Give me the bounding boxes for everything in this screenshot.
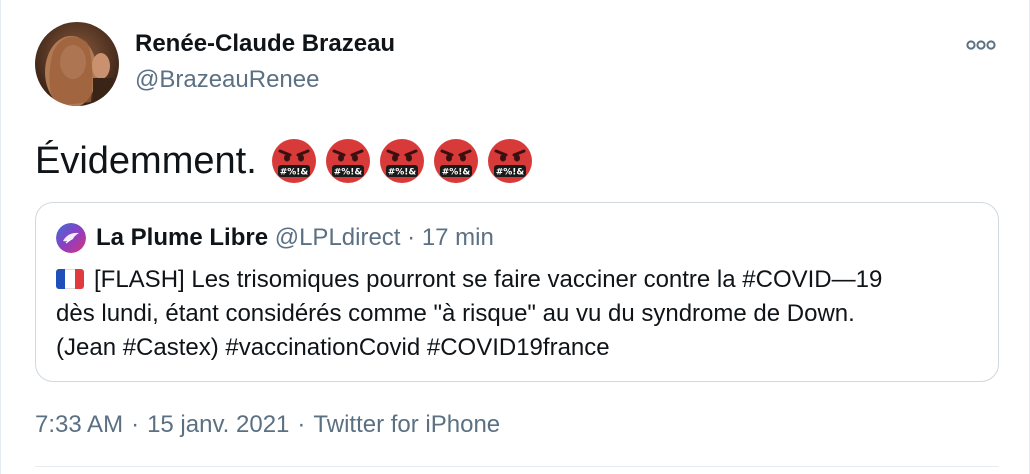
quoted-author-avatar (56, 223, 86, 253)
quoted-author-handle: @LPLdirect · 17 min (274, 224, 494, 251)
svg-text:#%!&: #%!& (333, 168, 362, 178)
face-with-symbols-on-mouth-icon: #%!& (433, 139, 478, 183)
meta-separator: · (297, 411, 306, 438)
quoted-tweet-header: La Plume Libre @LPLdirect · 17 min (96, 224, 494, 252)
divider (35, 466, 999, 467)
tweet-card: Renée-Claude Brazeau @BrazeauRenee Évide… (0, 0, 1030, 474)
svg-text:#%!&: #%!& (279, 168, 308, 178)
tweet-text: Évidemment. #%!& #%!& #%!& #%!& #%!& (35, 138, 533, 184)
emoji-row: #%!& #%!& #%!& #%!& #%!& (271, 138, 533, 184)
quoted-tweet-line-2: dès lundi, étant considérés comme "à ris… (56, 300, 855, 327)
quoted-author-name: La Plume Libre (96, 224, 269, 251)
more-options-button[interactable] (961, 30, 1001, 60)
quoted-tweet-line-3: (Jean #Castex) #vaccinationCovid #COVID1… (56, 334, 610, 361)
tweet-meta: 7:33 AM · 15 janv. 2021 · Twitter for iPhone (35, 411, 500, 439)
quoted-tweet[interactable]: La Plume Libre @LPLdirect · 17 min [FLAS… (35, 202, 999, 382)
france-flag-icon (56, 269, 84, 289)
face-with-symbols-on-mouth-icon: #%!& (271, 139, 316, 183)
face-with-symbols-on-mouth-icon: #%!& (487, 139, 532, 183)
svg-text:#%!&: #%!& (441, 168, 470, 178)
quoted-tweet-text: [FLASH] Les trisomiques pourront se fair… (56, 263, 986, 365)
tweet-time[interactable]: 7:33 AM (35, 411, 123, 438)
svg-text:#%!&: #%!& (387, 168, 416, 178)
face-with-symbols-on-mouth-icon: #%!& (325, 139, 370, 183)
face-with-symbols-on-mouth-icon: #%!& (379, 139, 424, 183)
tweet-source[interactable]: Twitter for iPhone (313, 411, 500, 438)
more-horizontal-icon (966, 40, 996, 50)
svg-text:#%!&: #%!& (495, 168, 524, 178)
meta-separator: · (131, 411, 140, 438)
tweet-date[interactable]: 15 janv. 2021 (147, 411, 289, 438)
tweet-text-content: Évidemment. (35, 139, 257, 182)
author-avatar[interactable] (35, 22, 119, 106)
author-display-name[interactable]: Renée-Claude Brazeau (135, 30, 395, 58)
quoted-tweet-time: 17 min (421, 224, 494, 251)
quoted-tweet-line-1: [FLASH] Les trisomiques pourront se fair… (56, 263, 986, 297)
author-handle[interactable]: @BrazeauRenee (135, 66, 319, 94)
